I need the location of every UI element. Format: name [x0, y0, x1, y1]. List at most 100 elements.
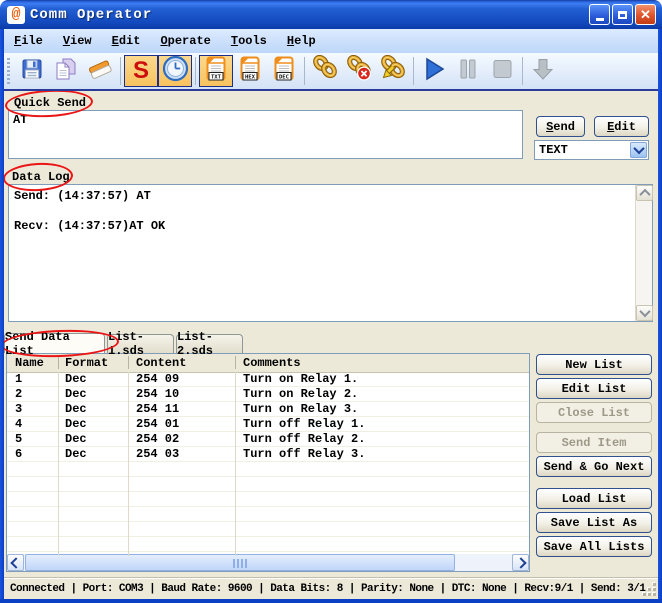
svg-text:DEC: DEC	[279, 74, 289, 80]
format-select[interactable]: TEXT	[534, 140, 649, 160]
pause-icon	[455, 56, 481, 87]
copy-button[interactable]	[49, 55, 83, 87]
toolbar-separator	[120, 57, 121, 85]
edit-list-button[interactable]: Edit List	[536, 378, 652, 399]
save-all-lists-button[interactable]: Save All Lists	[536, 536, 652, 557]
menu-item-edit[interactable]: Edit	[102, 32, 151, 50]
quick-send-input[interactable]: AT	[8, 110, 523, 159]
download-icon	[530, 56, 556, 87]
dec-format-icon: DEC	[272, 54, 296, 88]
send-mode-button[interactable]: S	[124, 55, 158, 87]
dec-format-button[interactable]: DEC	[267, 55, 301, 87]
save-list-as-button[interactable]: Save List As	[536, 512, 652, 533]
svg-text:HEX: HEX	[245, 74, 256, 80]
connect-button[interactable]	[308, 55, 342, 87]
data-log-scrollbar[interactable]	[635, 185, 652, 321]
send-item-button: Send Item	[536, 432, 652, 453]
table-row[interactable]: 4Dec254 01Turn off Relay 1.	[7, 417, 529, 432]
scroll-left-button[interactable]	[7, 554, 24, 571]
column-header-name[interactable]: Name	[15, 356, 44, 370]
menu-item-tools[interactable]: Tools	[221, 32, 277, 50]
menu-item-file[interactable]: File	[4, 32, 53, 50]
table-hscrollbar[interactable]	[7, 554, 529, 571]
table-row[interactable]	[7, 537, 529, 552]
column-divider[interactable]	[58, 356, 59, 369]
window-controls: ✕	[589, 4, 662, 25]
send-button[interactable]: Send	[536, 116, 585, 137]
column-header-content[interactable]: Content	[136, 356, 186, 370]
send-mode-icon: S	[133, 59, 149, 83]
reconnect-button[interactable]	[376, 55, 410, 87]
scroll-right-button[interactable]	[512, 554, 529, 571]
play-button[interactable]	[417, 55, 451, 87]
scroll-up-button[interactable]	[636, 185, 653, 201]
table-cell: Dec	[65, 387, 87, 402]
data-log-text: Send: (14:37:57) AT Recv: (14:37:57)AT O…	[9, 185, 170, 238]
scroll-down-button[interactable]	[636, 305, 653, 321]
column-header-format[interactable]: Format	[65, 356, 108, 370]
tab-list-2-sds[interactable]: List-2.sds	[176, 334, 243, 353]
table-cell: 254 01	[136, 417, 179, 432]
table-cell: 1	[15, 372, 22, 387]
table-cell: Turn off Relay 2.	[243, 432, 365, 447]
load-list-button[interactable]: Load List	[536, 488, 652, 509]
table-row[interactable]	[7, 492, 529, 507]
column-header-comments[interactable]: Comments	[243, 356, 301, 370]
disconnect-button[interactable]	[342, 55, 376, 87]
reconnect-icon	[379, 55, 407, 87]
hscroll-thumb[interactable]	[25, 554, 455, 571]
table-row[interactable]: 5Dec254 02Turn off Relay 2.	[7, 432, 529, 447]
play-icon	[421, 56, 447, 87]
toolbar-grip[interactable]	[7, 58, 10, 84]
new-list-button[interactable]: New List	[536, 354, 652, 375]
table-cell: 254 11	[136, 402, 179, 417]
maximize-button[interactable]	[612, 4, 633, 25]
format-select-arrow-button[interactable]	[630, 142, 647, 158]
timer-button[interactable]	[158, 55, 192, 87]
table-row[interactable]: 2Dec254 10Turn on Relay 2.	[7, 387, 529, 402]
table-cell: 254 10	[136, 387, 179, 402]
menu-item-operate[interactable]: Operate	[150, 32, 220, 50]
maximize-icon	[618, 11, 627, 19]
hscroll-grip-icon	[233, 559, 247, 568]
table-row[interactable]	[7, 477, 529, 492]
save-button[interactable]	[15, 55, 49, 87]
titlebar: @ Comm Operator ✕	[0, 0, 662, 29]
text-format-button[interactable]: TXT	[199, 55, 233, 87]
table-row[interactable]: 3Dec254 11Turn on Relay 3.	[7, 402, 529, 417]
table-cell: Turn off Relay 3.	[243, 447, 365, 462]
save-icon	[20, 57, 44, 86]
minimize-button[interactable]	[589, 4, 610, 25]
menubar: FileViewEditOperateToolsHelp	[4, 29, 658, 53]
table-cell: Dec	[65, 372, 87, 387]
table-cell: 4	[15, 417, 22, 432]
close-list-button: Close List	[536, 402, 652, 423]
svg-text:TXT: TXT	[211, 74, 222, 80]
table-row[interactable]	[7, 507, 529, 522]
data-log-panel[interactable]: Send: (14:37:57) AT Recv: (14:37:57)AT O…	[8, 184, 653, 322]
window-title: Comm Operator	[30, 7, 152, 23]
hex-format-icon: HEX	[238, 54, 262, 88]
menu-item-help[interactable]: Help	[277, 32, 326, 50]
download-button	[526, 55, 560, 87]
hex-format-button[interactable]: HEX	[233, 55, 267, 87]
table-row[interactable]	[7, 522, 529, 537]
table-cell: 254 02	[136, 432, 179, 447]
comm-operator-window: @ Comm Operator ✕ FileViewEditOperateToo…	[0, 0, 662, 603]
edit-button[interactable]: Edit	[594, 116, 649, 137]
chevron-right-icon	[515, 557, 526, 568]
table-row[interactable]: 1Dec254 09Turn on Relay 1.	[7, 372, 529, 387]
text-format-icon: TXT	[204, 54, 228, 88]
table-row[interactable]: 6Dec254 03Turn off Relay 3.	[7, 447, 529, 462]
table-cell: Dec	[65, 402, 87, 417]
menu-item-view[interactable]: View	[53, 32, 102, 50]
eraser-button[interactable]	[83, 55, 117, 87]
chevron-left-icon	[10, 557, 21, 568]
close-button[interactable]: ✕	[635, 4, 656, 25]
send-data-table[interactable]: NameFormatContentComments 1Dec254 09Turn…	[6, 353, 530, 572]
chevron-up-icon	[639, 189, 650, 200]
resize-grip[interactable]	[643, 583, 656, 596]
window-border-bottom	[0, 599, 662, 603]
table-row[interactable]	[7, 462, 529, 477]
send-go-next-button[interactable]: Send & Go Next	[536, 456, 652, 477]
